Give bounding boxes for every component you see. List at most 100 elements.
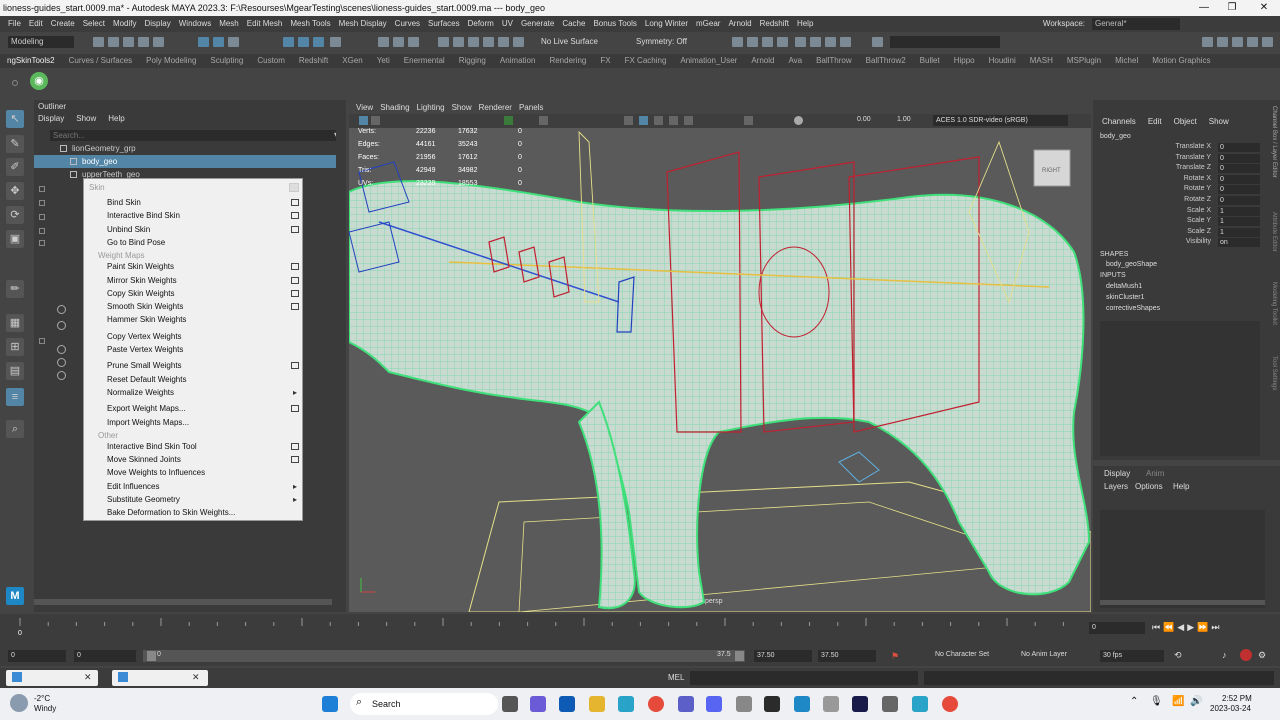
exposure-value[interactable]: 0.00 [857,116,871,123]
smooth-shade-icon[interactable] [639,116,648,125]
menu-bonus-tools[interactable]: Bonus Tools [589,16,640,32]
input-node[interactable]: correctiveShapes [1106,305,1160,312]
menu-item-hammer-skin-weights[interactable]: Hammer Skin Weights [107,315,186,324]
select-component-icon[interactable] [228,37,239,47]
shadows-icon[interactable] [684,116,693,125]
snip-icon[interactable] [882,696,898,712]
shelf-tab-bullet[interactable]: Bullet [913,54,947,68]
ngskintools-icon[interactable]: ◉ [30,72,48,90]
menu-item-move-skinned-joints[interactable]: Move Skinned Joints [107,455,181,464]
anim-end-field[interactable]: 37.50 [818,650,876,662]
gamma-value[interactable]: 1.00 [897,116,911,123]
teams-icon[interactable] [530,696,546,712]
option-box-icon[interactable] [291,199,299,206]
shelf-tab-rigging[interactable]: Rigging [452,54,493,68]
channel-attr-name[interactable]: Rotate Y [1100,185,1211,192]
volume-icon[interactable]: 🔊 [1190,696,1202,707]
mini-close-icon[interactable]: ✕ [84,672,92,683]
option-box-icon[interactable] [291,405,299,413]
outliner-row[interactable]: lionGeometry_grp [34,142,336,155]
undo-icon[interactable] [138,37,149,47]
menu-item-normalize-weights[interactable]: Normalize Weights [107,388,174,397]
shelf-tab-ballthrow2[interactable]: BallThrow2 [859,54,913,68]
side-tab-channelbox[interactable]: Channel Box / Layer Editor [1271,106,1277,178]
shelf-tab-animation-user[interactable]: Animation_User [673,54,744,68]
option-box-icon[interactable] [291,442,299,450]
cb-menu-object[interactable]: Object [1174,117,1197,126]
channel-attr-value[interactable]: 0 [1218,185,1260,195]
layer-menu-help[interactable]: Help [1173,482,1189,491]
textured-icon[interactable] [654,116,663,125]
layer-tab-display[interactable]: Display [1104,469,1130,478]
render-frame-icon[interactable] [732,37,743,47]
menu-surfaces[interactable]: Surfaces [424,16,464,32]
menu-file[interactable]: File [4,16,25,32]
layer-menu-layers[interactable]: Layers [1104,482,1128,491]
task-view-icon[interactable] [502,696,518,712]
channel-attr-value[interactable]: 1 [1218,217,1260,227]
paint-select-icon[interactable]: ✐ [6,158,24,176]
xray-icon[interactable] [744,116,753,125]
channel-attr-name[interactable]: Translate X [1100,143,1211,150]
shelf-tab-yeti[interactable]: Yeti [370,54,397,68]
app2-icon[interactable] [823,696,839,712]
recorder-icon[interactable] [942,696,958,712]
cb-menu-edit[interactable]: Edit [1148,117,1162,126]
channel-attr-name[interactable]: Rotate Z [1100,196,1211,203]
menu-item-export-weight-maps[interactable]: Export Weight Maps... [107,404,186,413]
range-handle-right[interactable] [735,651,744,661]
channel-attr-name[interactable]: Rotate X [1100,175,1211,182]
outliner-row[interactable]: body_geo [34,155,336,168]
shape-node[interactable]: body_geoShape [1106,261,1157,268]
camera-lock-icon[interactable] [371,116,380,125]
mini-window-1[interactable]: ✕ [6,670,98,686]
channel-attr-value[interactable]: 0 [1218,143,1260,152]
clock-date[interactable]: 2023-03-24 [1210,704,1251,713]
range-handle-left[interactable] [147,651,156,661]
channel-attr-value[interactable]: 0 [1218,196,1260,205]
new-scene-icon[interactable] [93,37,104,47]
shelf-tab-houdini[interactable]: Houdini [982,54,1023,68]
edge2-icon[interactable] [912,696,928,712]
channel-attr-value[interactable]: 0 [1218,174,1260,184]
start-icon[interactable] [322,696,338,712]
menu-arnold[interactable]: Arnold [724,16,755,32]
shelf-settings-icon[interactable] [12,80,18,86]
channel-attr-name[interactable]: Translate Z [1100,164,1211,171]
expand-icon[interactable] [39,186,45,192]
render-icon[interactable] [408,37,419,47]
menu-item-import-weights-maps[interactable]: Import Weights Maps... [107,418,189,427]
open-scene-icon[interactable] [108,37,119,47]
lasso-tool-icon[interactable]: ✎ [6,135,24,153]
shelf-tab-curves-surfaces[interactable]: Curves / Surfaces [62,54,140,68]
expand-icon[interactable] [39,240,45,246]
move-tool-icon[interactable]: ✥ [6,182,24,200]
cb-menu-show[interactable]: Show [1209,117,1229,126]
shelf-tab-custom[interactable]: Custom [250,54,292,68]
menu-mesh-display[interactable]: Mesh Display [335,16,391,32]
shelf-tab-hippo[interactable]: Hippo [947,54,982,68]
menu-item-unbind-skin[interactable]: Unbind Skin [107,225,150,234]
channel-attr-value[interactable]: on [1218,238,1260,248]
sound-icon[interactable]: ♪ [1222,650,1227,660]
channel-attr-name[interactable]: Scale Y [1100,217,1211,224]
menu-item-paste-vertex-weights[interactable]: Paste Vertex Weights [107,345,183,354]
workspace-selector[interactable]: Workspace: General* [1039,16,1180,32]
input-node[interactable]: skinCluster1 [1106,294,1145,301]
loop-icon[interactable]: ⟲ [1174,650,1182,661]
viewport-menu-lighting[interactable]: Lighting [417,103,445,112]
cb-menu-channels[interactable]: Channels [1102,117,1136,126]
snap-view-icon[interactable] [330,37,341,47]
expand-icon[interactable] [39,338,45,344]
menu-generate[interactable]: Generate [517,16,558,32]
live-surface-label[interactable]: No Live Surface [541,32,598,52]
save-scene-icon[interactable] [123,37,134,47]
viewport-menu-renderer[interactable]: Renderer [479,103,512,112]
clock-time[interactable]: 2:52 PM [1222,694,1252,703]
weather-icon[interactable] [10,694,28,712]
redo-icon[interactable] [153,37,164,47]
viewport-menu-shading[interactable]: Shading [380,103,409,112]
menu-mesh-tools[interactable]: Mesh Tools [286,16,334,32]
tear-off-icon[interactable] [289,183,299,192]
viewport-panel[interactable]: RIGHT persp [349,102,1091,612]
